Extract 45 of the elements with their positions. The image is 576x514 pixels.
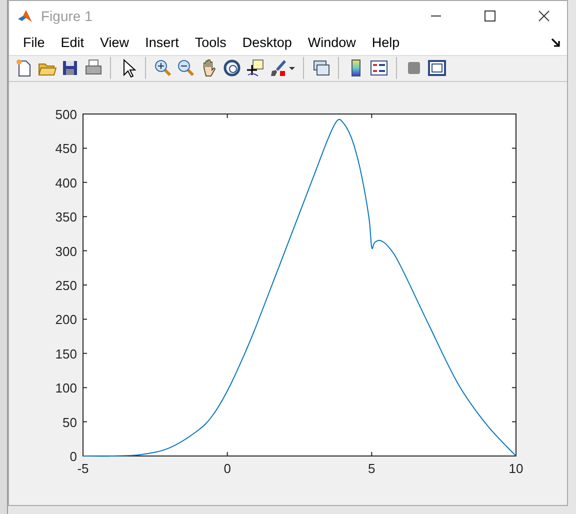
caret-icon[interactable] [289, 67, 295, 70]
menu-item[interactable]: Insert [137, 35, 187, 50]
tick-label: -5 [77, 461, 89, 476]
menu-item[interactable]: Help [364, 35, 408, 50]
show-tools-icon[interactable] [428, 60, 446, 76]
tick-label: 0 [224, 461, 231, 476]
menu-item[interactable]: Tools [186, 35, 234, 50]
tick-label: 50 [62, 414, 77, 430]
tick-label: 300 [55, 244, 77, 259]
zoom-out-icon[interactable] [178, 60, 194, 76]
tick-label: 450 [55, 141, 77, 156]
brush-icon[interactable] [271, 60, 286, 76]
colorbar-icon[interactable] [352, 60, 360, 77]
link-icon[interactable] [314, 60, 330, 76]
tick-label: 100 [55, 380, 77, 396]
tick-label: 10 [508, 461, 524, 476]
new-file-icon[interactable] [16, 60, 30, 77]
folder-icon[interactable] [38, 64, 57, 76]
printer-icon[interactable] [86, 60, 102, 75]
legend-icon[interactable] [370, 60, 388, 76]
tick-label: 0 [70, 449, 77, 464]
menu-item[interactable]: File [15, 35, 53, 50]
hand-icon[interactable] [204, 60, 216, 77]
menu-item[interactable]: Desktop [234, 35, 300, 50]
tick-label: 250 [55, 278, 77, 293]
zoom-in-icon[interactable] [155, 60, 172, 76]
close-icon [538, 10, 550, 22]
data-cursor-icon[interactable] [246, 60, 264, 77]
pointer-icon[interactable] [124, 59, 136, 78]
menu-item[interactable]: Window [300, 35, 364, 50]
menu-item[interactable]: Edit [52, 35, 92, 50]
window-title: Figure 1 [41, 8, 94, 24]
rotate-icon[interactable] [224, 60, 240, 77]
tick-label: 150 [55, 346, 77, 362]
app-logo-icon [17, 8, 33, 24]
tick-label: 500 [55, 107, 77, 122]
menu-item[interactable]: View [92, 35, 138, 50]
tick-label: 400 [55, 175, 77, 190]
save-icon[interactable] [63, 61, 77, 76]
tick-label: 200 [55, 312, 77, 328]
dock-icon[interactable] [551, 38, 561, 48]
tick-label: 5 [368, 461, 376, 476]
hide-tools-icon[interactable] [408, 62, 420, 74]
tick-label: 350 [55, 210, 77, 225]
maximize-icon [484, 10, 496, 22]
